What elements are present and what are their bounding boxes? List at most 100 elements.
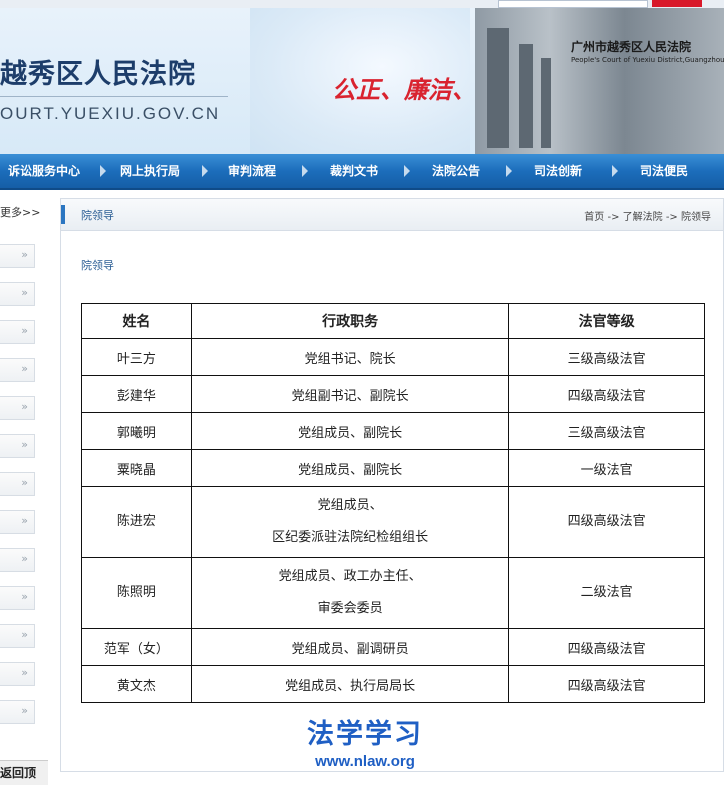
cell-position: 党组成员、执行局局长 <box>190 665 510 703</box>
column-header-position: 行政职务 <box>190 303 510 339</box>
watermark-url: www.nlaw.org <box>315 753 415 770</box>
court-leaders-table: 姓名 行政职务 法官等级 叶三方 党组书记、院长 三级高级法官 彭建华 党组副书… <box>81 303 705 703</box>
nav-separator-icon <box>302 165 308 177</box>
panel-title-bar: 院领导 首页 -> 了解法院 -> 院领导 <box>61 199 723 231</box>
chevron-right-icon: » <box>21 324 28 337</box>
back-to-top-button[interactable]: 返回顶 <box>0 760 48 785</box>
sidebar-item[interactable]: » <box>0 320 35 344</box>
chevron-right-icon: » <box>21 514 28 527</box>
chevron-right-icon: » <box>21 628 28 641</box>
nav-item-announcements[interactable]: 法院公告 <box>432 154 480 188</box>
cell-grade: 三级高级法官 <box>508 412 705 450</box>
chevron-right-icon: » <box>21 704 28 717</box>
table-row: 黄文杰 党组成员、执行局局长 四级高级法官 <box>81 665 705 703</box>
chevron-right-icon: » <box>21 552 28 565</box>
cell-position: 党组成员、政工办主任、 审委会委员 <box>190 557 510 629</box>
chevron-right-icon: » <box>21 476 28 489</box>
sidebar-item[interactable]: » <box>0 510 35 534</box>
cell-name: 粟晓晶 <box>81 449 192 487</box>
watermark: 法学学习 www.nlaw.org <box>300 718 430 772</box>
cell-grade: 四级高级法官 <box>508 628 705 666</box>
nav-item-judicial-innovation[interactable]: 司法创新 <box>534 154 582 188</box>
cell-grade: 一级法官 <box>508 449 705 487</box>
column-header-name: 姓名 <box>81 303 192 339</box>
page-title: 院领导 <box>81 259 114 272</box>
nav-separator-icon <box>100 165 106 177</box>
court-building-photo: 广州市越秀区人民法院 People's Court of Yuexiu Dist… <box>475 8 724 154</box>
building-sign: 广州市越秀区人民法院 <box>571 40 692 54</box>
cell-position-line: 党组成员、政工办主任、 <box>278 569 422 584</box>
table-row: 范军（女） 党组成员、副调研员 四级高级法官 <box>81 628 705 666</box>
chevron-right-icon: » <box>21 666 28 679</box>
building-sign-english: People's Court of Yuexiu District,Guangz… <box>571 56 724 64</box>
sidebar-item[interactable]: » <box>0 472 35 496</box>
chevron-right-icon: » <box>21 362 28 375</box>
sidebar-item[interactable]: » <box>0 282 35 306</box>
chevron-right-icon: » <box>21 248 28 261</box>
cell-grade: 四级高级法官 <box>508 665 705 703</box>
chevron-right-icon: » <box>21 590 28 603</box>
cell-position: 党组成员、副调研员 <box>190 628 510 666</box>
sidebar-item[interactable]: » <box>0 624 35 648</box>
sidebar-item[interactable]: » <box>0 244 35 268</box>
table-row: 叶三方 党组书记、院长 三级高级法官 <box>81 338 705 376</box>
cell-grade: 四级高级法官 <box>508 486 705 558</box>
nav-item-judicial-convenience[interactable]: 司法便民 <box>640 154 688 188</box>
content-panel: 院领导 首页 -> 了解法院 -> 院领导 院领导 姓名 行政职务 法官等级 叶… <box>60 198 724 772</box>
cell-position: 党组成员、 区纪委派驻法院纪检组组长 <box>190 486 510 558</box>
nav-item-trial-process[interactable]: 审判流程 <box>228 154 276 188</box>
cell-position: 党组成员、副院长 <box>190 412 510 450</box>
chevron-right-icon: » <box>21 286 28 299</box>
cell-position-line: 审委会委员 <box>317 601 383 616</box>
cell-grade: 四级高级法官 <box>508 375 705 413</box>
cell-position: 党组书记、院长 <box>190 338 510 376</box>
cell-position: 党组成员、副院长 <box>190 449 510 487</box>
nav-separator-icon <box>404 165 410 177</box>
breadcrumb[interactable]: 首页 -> 了解法院 -> 院领导 <box>584 208 711 223</box>
chevron-right-icon: » <box>21 438 28 451</box>
panel-title: 院领导 <box>81 209 114 222</box>
site-url-divider <box>0 96 228 97</box>
sidebar-item[interactable]: » <box>0 396 35 420</box>
site-url: OURT.YUEXIU.GOV.CN <box>0 104 221 123</box>
table-row: 彭建华 党组副书记、副院长 四级高级法官 <box>81 375 705 413</box>
table-row: 陈照明 党组成员、政工办主任、 审委会委员 二级法官 <box>81 557 705 629</box>
cell-name: 范军（女） <box>81 628 192 666</box>
nav-separator-icon <box>612 165 618 177</box>
cell-position: 党组副书记、副院长 <box>190 375 510 413</box>
top-utility-strip <box>0 0 724 8</box>
nav-separator-icon <box>506 165 512 177</box>
chevron-right-icon: » <box>21 400 28 413</box>
site-banner: 越秀区人民法院 OURT.YUEXIU.GOV.CN 公正、廉洁、高效 广州市越… <box>0 8 724 154</box>
column-header-grade: 法官等级 <box>508 303 705 339</box>
sidebar-item[interactable]: » <box>0 434 35 458</box>
sidebar-item[interactable]: » <box>0 548 35 572</box>
nav-separator-icon <box>202 165 208 177</box>
cell-grade: 二级法官 <box>508 557 705 629</box>
nav-item-litigation-service[interactable]: 诉讼服务中心 <box>8 154 80 188</box>
site-name: 越秀区人民法院 <box>0 59 196 90</box>
cell-position-line: 区纪委派驻法院纪检组组长 <box>272 530 429 545</box>
sidebar-item[interactable]: » <box>0 358 35 382</box>
watermark-title: 法学学习 <box>307 719 423 750</box>
cell-name: 彭建华 <box>81 375 192 413</box>
cell-name: 黄文杰 <box>81 665 192 703</box>
table-row: 粟晓晶 党组成员、副院长 一级法官 <box>81 449 705 487</box>
top-search-button[interactable] <box>652 0 702 7</box>
top-search-input[interactable] <box>498 0 648 8</box>
sidebar-more-link[interactable]: 更多>> <box>0 204 40 220</box>
nav-item-online-execution[interactable]: 网上执行局 <box>120 154 180 188</box>
nav-item-judgments[interactable]: 裁判文书 <box>330 154 378 188</box>
table-row: 陈进宏 党组成员、 区纪委派驻法院纪检组组长 四级高级法官 <box>81 486 705 558</box>
main-nav-bar: 诉讼服务中心 网上执行局 审判流程 裁判文书 法院公告 司法创新 司法便民 <box>0 154 724 190</box>
table-row: 郭曦明 党组成员、副院长 三级高级法官 <box>81 412 705 450</box>
sidebar-item[interactable]: » <box>0 586 35 610</box>
sidebar-item[interactable]: » <box>0 662 35 686</box>
cell-name: 郭曦明 <box>81 412 192 450</box>
table-header-row: 姓名 行政职务 法官等级 <box>81 303 705 339</box>
cell-grade: 三级高级法官 <box>508 338 705 376</box>
cell-name: 陈进宏 <box>81 486 192 558</box>
sidebar-item[interactable]: » <box>0 700 35 724</box>
panel-accent-marker <box>61 205 65 224</box>
cell-name: 陈照明 <box>81 557 192 629</box>
